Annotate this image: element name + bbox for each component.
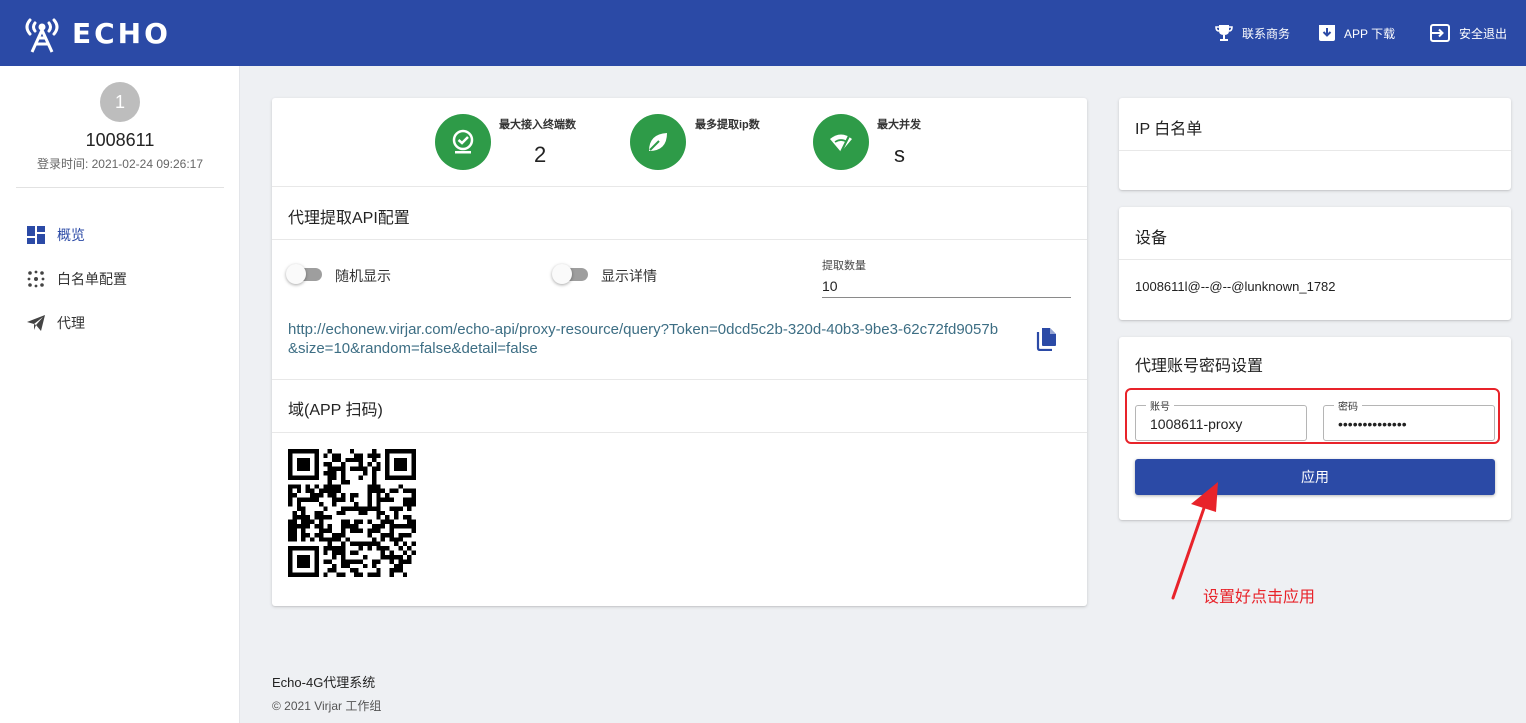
annotation-highlight-box [1125,388,1500,444]
sidebar-item-whitelist[interactable]: 白名单配置 [26,268,127,290]
divider [272,186,1087,187]
stat-label: 最大接入终端数 [499,119,576,131]
logo[interactable]: ECHO [22,10,171,56]
random-display-toggle[interactable] [286,264,322,284]
ip-whitelist-card: IP 白名单 [1119,98,1511,190]
send-icon [26,313,46,333]
trophy-icon [1215,25,1233,41]
quantity-label: 提取数量 [822,260,866,272]
proxy-account-title: 代理账号密码设置 [1135,358,1264,375]
stat-value: s [894,142,905,167]
logo-text: ECHO [72,16,171,50]
divider [272,239,1087,240]
sidebar-item-proxy[interactable]: 代理 [26,312,85,334]
check-icon [452,129,474,154]
stat-icon-circle [813,114,869,170]
stat-label: 最大并发 [877,119,921,131]
ip-whitelist-title: IP 白名单 [1135,121,1203,138]
stat-icon-circle [435,114,491,170]
copy-url-button[interactable] [1036,327,1058,356]
business-contact-link[interactable]: 联系商务 [1214,22,1290,44]
stat-icon-circle [630,114,686,170]
devices-title: 设备 [1135,230,1168,247]
devices-card: 设备 1008611l@--@--@lunknown_1782 [1119,207,1511,320]
dashboard-icon [26,225,46,245]
antenna-icon [25,18,59,53]
quantity-input[interactable] [822,274,1071,298]
sidebar-item-overview[interactable]: 概览 [26,224,85,246]
divider [1119,259,1511,260]
api-url-link[interactable]: http://echonew.virjar.com/echo-api/proxy… [288,320,1008,358]
leaf-icon [649,133,667,151]
random-display-label: 随机显示 [335,268,391,284]
sidebar-divider [16,187,224,188]
business-contact-label: 联系商务 [1242,26,1291,41]
divider [272,379,1087,380]
app-download-label: APP 下载 [1344,26,1396,41]
username: 1008611 [85,130,155,150]
sidebar-item-label: 白名单配置 [57,271,127,287]
show-detail-label: 显示详情 [601,268,657,284]
divider [1119,150,1511,151]
footer-copyright: © 2021 Virjar 工作组 [272,699,382,713]
sidebar: 1 1008611 登录时间: 2021-02-24 09:26:17 概览 白… [0,66,240,723]
qr-code [288,449,416,577]
dots-grid-icon [26,269,46,289]
show-detail-toggle[interactable] [552,264,588,284]
stat-label: 最多提取ip数 [695,119,760,131]
stat-value: 2 [534,142,547,167]
download-box-icon [1319,25,1335,41]
sidebar-item-label: 代理 [57,315,85,331]
app-download-link[interactable]: APP 下载 [1318,22,1395,44]
sidebar-item-label: 概览 [57,227,85,243]
logout-label: 安全退出 [1459,26,1508,41]
login-time: 登录时间: 2021-02-24 09:26:17 [36,157,204,171]
wifi-icon [830,134,852,153]
top-header: ECHO 联系商务 APP 下载 安全退出 [0,0,1526,66]
divider [272,432,1087,433]
overview-card: 最大接入终端数 2 最多提取ip数 最大并发 s 代理提取API配置 随机显示 … [272,98,1087,606]
logout-icon [1430,24,1450,42]
footer-title: Echo-4G代理系统 [272,675,376,690]
annotation-text: 设置好点击应用 [1203,589,1316,606]
api-config-title: 代理提取API配置 [288,210,410,227]
qr-section-title: 域(APP 扫码) [288,402,383,419]
device-entry: 1008611l@--@--@lunknown_1782 [1135,279,1336,294]
logout-link[interactable]: 安全退出 [1429,22,1507,44]
avatar[interactable]: 1 [100,82,140,122]
copy-icon [1036,328,1056,352]
